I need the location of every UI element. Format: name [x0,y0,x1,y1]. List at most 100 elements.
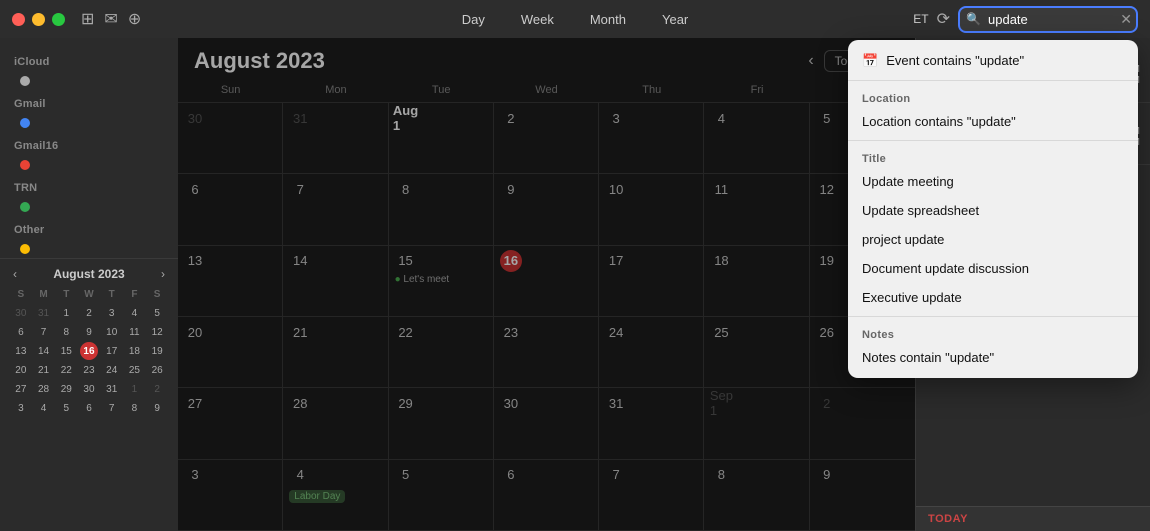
mini-day-5[interactable]: 5 [148,304,166,322]
cal-cell-4[interactable]: 4 [704,103,809,174]
mini-day-sep1[interactable]: 1 [125,380,143,398]
timezone-icon[interactable]: ⟳ [937,9,950,29]
cal-cell-sep4[interactable]: 4 Labor Day [283,460,388,531]
cal-cell-30[interactable]: 30 [494,388,599,459]
search-input[interactable] [958,6,1138,33]
mini-day-sep2[interactable]: 2 [148,380,166,398]
mini-day-5b[interactable]: 5 [57,399,75,417]
minimize-button[interactable] [32,13,45,26]
cal-cell-14[interactable]: 14 [283,246,388,317]
sidebar-item-gmail[interactable] [6,115,172,131]
mini-day-23[interactable]: 23 [80,361,98,379]
cal-cell-sep3[interactable]: 3 [178,460,283,531]
dropdown-title-executive-update[interactable]: Executive update [848,283,1138,312]
cal-cell-sep5[interactable]: 5 [389,460,494,531]
dropdown-title-project-update[interactable]: project update [848,225,1138,254]
mini-day-27[interactable]: 27 [12,380,30,398]
mini-day-26[interactable]: 26 [148,361,166,379]
mini-day-18[interactable]: 18 [125,342,143,360]
sidebar-item-trn[interactable] [6,199,172,215]
cal-cell-10[interactable]: 10 [599,174,704,245]
mini-day-3[interactable]: 3 [103,304,121,322]
dropdown-notes-contains[interactable]: Notes contain "update" [848,343,1138,372]
mini-day-29[interactable]: 29 [57,380,75,398]
cal-cell-28[interactable]: 28 [283,388,388,459]
cal-cell-11[interactable]: 11 [704,174,809,245]
cal-cell-29[interactable]: 29 [389,388,494,459]
mini-day-12[interactable]: 12 [148,323,166,341]
mini-day-30[interactable]: 30 [12,304,30,322]
mini-day-17[interactable]: 17 [103,342,121,360]
cal-cell-25[interactable]: 25 [704,317,809,388]
mini-day-28[interactable]: 28 [35,380,53,398]
mini-day-19[interactable]: 19 [148,342,166,360]
dropdown-title-update-meeting[interactable]: Update meeting [848,167,1138,196]
mini-day-9[interactable]: 9 [80,323,98,341]
dropdown-title-document-update[interactable]: Document update discussion [848,254,1138,283]
cal-cell-7[interactable]: 7 [283,174,388,245]
cal-cell-18[interactable]: 18 [704,246,809,317]
mini-day-11[interactable]: 11 [125,323,143,341]
sidebar-item-gmail16[interactable] [6,157,172,173]
search-clear-icon[interactable]: ✕ [1120,11,1132,28]
mini-day-22[interactable]: 22 [57,361,75,379]
cal-cell-17[interactable]: 17 [599,246,704,317]
cal-cell-sep9[interactable]: 9 [810,460,915,531]
mini-day-20[interactable]: 20 [12,361,30,379]
mini-day-7b[interactable]: 7 [103,399,121,417]
mini-cal-next[interactable]: › [158,267,168,281]
mini-day-1[interactable]: 1 [57,304,75,322]
cal-cell-6[interactable]: 6 [178,174,283,245]
cal-prev-btn[interactable]: ‹ [802,50,819,72]
add-icon[interactable]: ⊕ [128,9,141,29]
cal-cell-sep2[interactable]: 2 [810,388,915,459]
dropdown-location-contains[interactable]: Location contains "update" [848,107,1138,136]
mini-day-4[interactable]: 4 [125,304,143,322]
month-view-btn[interactable]: Month [584,10,632,29]
dropdown-title-update-spreadsheet[interactable]: Update spreadsheet [848,196,1138,225]
cal-cell-21[interactable]: 21 [283,317,388,388]
cal-cell-24[interactable]: 24 [599,317,704,388]
mini-day-21[interactable]: 21 [35,361,53,379]
maximize-button[interactable] [52,13,65,26]
mini-day-31[interactable]: 31 [35,304,53,322]
today-bar[interactable]: TODAY [916,506,1150,531]
mini-day-3b[interactable]: 3 [12,399,30,417]
mini-day-8[interactable]: 8 [57,323,75,341]
mini-day-6[interactable]: 6 [12,323,30,341]
mini-day-2[interactable]: 2 [80,304,98,322]
year-view-btn[interactable]: Year [656,10,694,29]
mini-day-15[interactable]: 15 [57,342,75,360]
mini-cal-prev[interactable]: ‹ [10,267,20,281]
close-button[interactable] [12,13,25,26]
mini-day-9b[interactable]: 9 [148,399,166,417]
inbox-icon[interactable]: ✉ [104,9,117,29]
cal-cell-sep6[interactable]: 6 [494,460,599,531]
mini-day-4b[interactable]: 4 [35,399,53,417]
mini-day-24[interactable]: 24 [103,361,121,379]
cal-cell-13[interactable]: 13 [178,246,283,317]
mini-day-30b[interactable]: 30 [80,380,98,398]
cal-cell-2[interactable]: 2 [494,103,599,174]
cal-cell-20[interactable]: 20 [178,317,283,388]
mini-day-13[interactable]: 13 [12,342,30,360]
mini-day-31b[interactable]: 31 [103,380,121,398]
cal-cell-aug1[interactable]: Aug 1 [389,103,494,174]
mini-day-10[interactable]: 10 [103,323,121,341]
cal-cell-sep8[interactable]: 8 [704,460,809,531]
cal-cell-22[interactable]: 22 [389,317,494,388]
cal-cell-3[interactable]: 3 [599,103,704,174]
mini-day-7[interactable]: 7 [35,323,53,341]
cal-cell-jul30[interactable]: 30 [178,103,283,174]
cal-cell-sep7[interactable]: 7 [599,460,704,531]
cal-cell-9[interactable]: 9 [494,174,599,245]
sidebar-item-other[interactable] [6,241,172,257]
cal-cell-jul31[interactable]: 31 [283,103,388,174]
cal-cell-23[interactable]: 23 [494,317,599,388]
cal-cell-16-today[interactable]: 16 [494,246,599,317]
week-view-btn[interactable]: Week [515,10,560,29]
sidebar-toggle-icon[interactable]: ⊞ [81,9,94,29]
cal-cell-15[interactable]: 15 ● Let's meet [389,246,494,317]
cal-cell-8[interactable]: 8 [389,174,494,245]
sidebar-item-icloud[interactable] [6,73,172,89]
